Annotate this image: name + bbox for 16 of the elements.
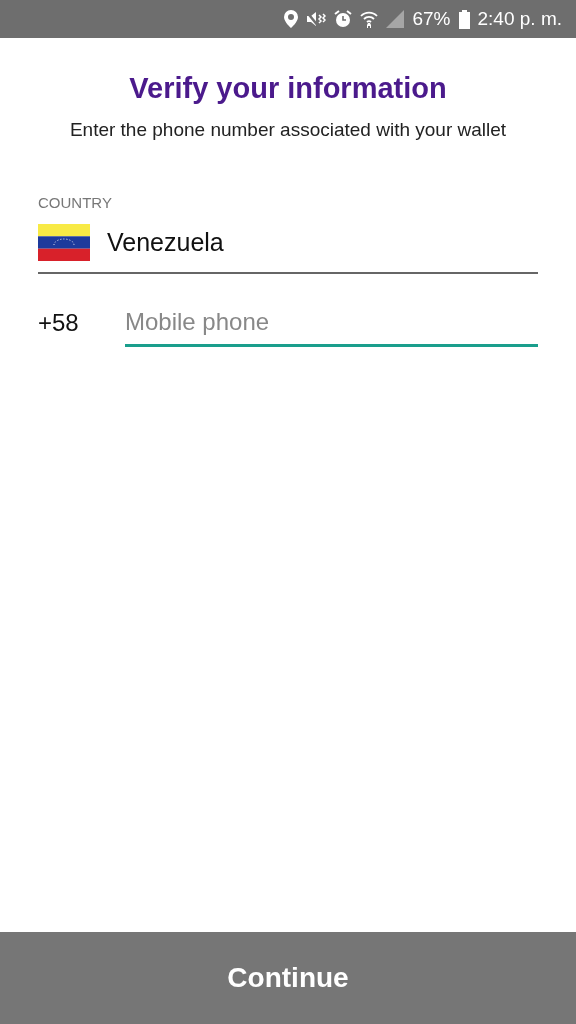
- flag-icon: [38, 224, 90, 261]
- mute-icon: [306, 10, 327, 28]
- continue-button[interactable]: Continue: [0, 932, 576, 1024]
- battery-percent: 67%: [412, 8, 451, 30]
- country-selector[interactable]: Venezuela: [38, 224, 538, 274]
- signal-icon: [386, 10, 405, 28]
- page-title: Verify your information: [128, 72, 448, 105]
- country-code: +58: [38, 309, 80, 338]
- location-icon: [284, 10, 299, 28]
- battery-icon: [458, 9, 470, 29]
- page-subtitle: Enter the phone number associated with your wallet: [68, 118, 508, 142]
- alarm-icon: [334, 10, 353, 28]
- country-label: COUNTRY: [38, 194, 113, 211]
- phone-field[interactable]: Mobile phone: [125, 304, 538, 347]
- clock: 2:40 p. m.: [477, 8, 562, 30]
- wifi-icon: [360, 10, 379, 28]
